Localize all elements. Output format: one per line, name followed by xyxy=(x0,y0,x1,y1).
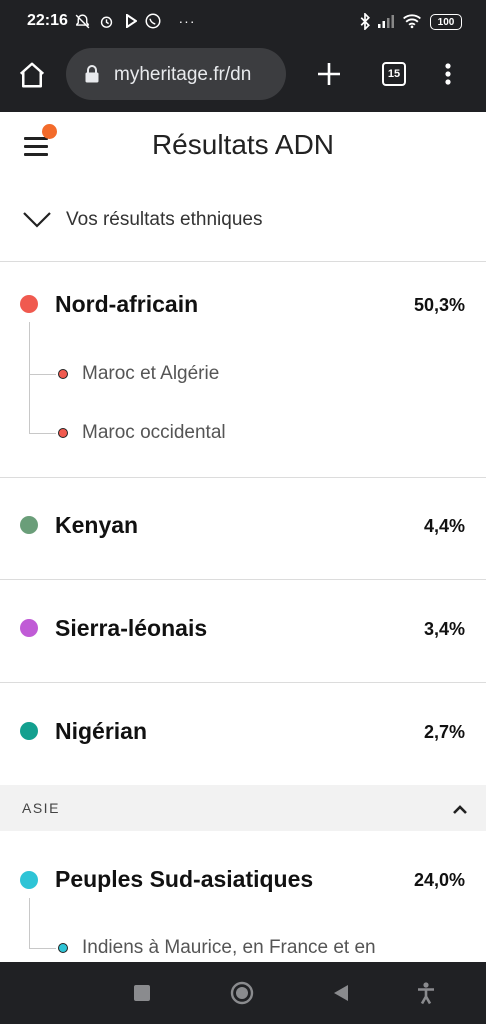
notifications-off-icon xyxy=(73,12,91,30)
ethnicity-color-dot xyxy=(20,619,38,637)
ethnicity-color-dot xyxy=(20,871,38,889)
divider xyxy=(0,477,486,478)
system-nav-bar xyxy=(0,962,486,1024)
accessibility-icon[interactable] xyxy=(416,981,436,1005)
sub-region-dot xyxy=(58,369,68,379)
recents-icon[interactable] xyxy=(134,985,150,1001)
ethnicity-percent: 3,4% xyxy=(423,619,465,639)
page-title: Résultats ADN xyxy=(151,129,335,160)
status-bar: 22:16 ··· 100 xyxy=(0,0,486,44)
tabs-button[interactable]: 15 xyxy=(382,62,406,86)
url-text: myheritage.fr/dn xyxy=(114,64,252,85)
wifi-icon xyxy=(401,12,423,30)
tree-connector xyxy=(29,322,30,434)
ethnicity-color-dot xyxy=(20,722,38,740)
ethnicity-percent: 24,0% xyxy=(413,870,465,890)
home-icon[interactable] xyxy=(17,60,47,90)
tree-connector xyxy=(29,374,56,375)
ethnicity-name: Kenyan xyxy=(55,512,139,538)
tree-connector xyxy=(29,948,56,949)
browser-toolbar: myheritage.fr/dn 15 xyxy=(0,44,486,112)
divider xyxy=(0,682,486,683)
alarm-icon xyxy=(97,12,115,30)
ethnicity-percent: 2,7% xyxy=(423,722,465,742)
ethnicity-percent: 50,3% xyxy=(413,295,465,315)
chevron-down-icon xyxy=(22,210,52,228)
sub-region-name: Maroc occidental xyxy=(82,422,226,443)
back-icon[interactable] xyxy=(333,984,349,1002)
whatsapp-icon xyxy=(143,12,163,30)
home-circle-icon[interactable] xyxy=(230,981,254,1005)
play-icon xyxy=(124,12,138,30)
sub-region-dot xyxy=(58,943,68,953)
status-time: 22:16 xyxy=(27,12,68,29)
bluetooth-icon xyxy=(358,12,372,30)
chevron-up-icon[interactable] xyxy=(452,802,468,814)
section-header-asia[interactable]: ASIE xyxy=(0,785,486,831)
divider xyxy=(0,579,486,580)
ethnicity-name: Nigérian xyxy=(55,718,148,744)
section-label: ASIE xyxy=(22,800,60,816)
app-header: Résultats ADN xyxy=(0,112,486,180)
ethnicity-name: Peuples Sud-asiatiques xyxy=(55,866,314,892)
overflow-menu-icon[interactable] xyxy=(440,60,456,88)
address-bar[interactable]: myheritage.fr/dn xyxy=(66,48,286,100)
ethnicity-color-dot xyxy=(20,295,38,313)
ethnicity-name: Sierra-léonais xyxy=(55,615,208,641)
new-tab-icon[interactable] xyxy=(315,60,343,88)
more-icon: ··· xyxy=(178,13,196,29)
lock-icon xyxy=(84,65,100,83)
ethnicity-name: Nord-africain xyxy=(55,291,199,317)
ethnic-results-toggle[interactable]: Vos résultats ethniques xyxy=(0,180,486,262)
sub-region-name: Indiens à Maurice, en France et en xyxy=(82,937,376,958)
tree-connector xyxy=(29,898,30,948)
sub-region-dot xyxy=(58,428,68,438)
tree-connector xyxy=(29,433,56,434)
battery-indicator: 100 xyxy=(430,14,462,30)
ethnicity-percent: 4,4% xyxy=(423,516,465,536)
ethnicity-color-dot xyxy=(20,516,38,534)
ethnic-results-label: Vos résultats ethniques xyxy=(66,209,263,230)
sub-region-name: Maroc et Algérie xyxy=(82,363,220,384)
signal-icon xyxy=(376,12,396,30)
